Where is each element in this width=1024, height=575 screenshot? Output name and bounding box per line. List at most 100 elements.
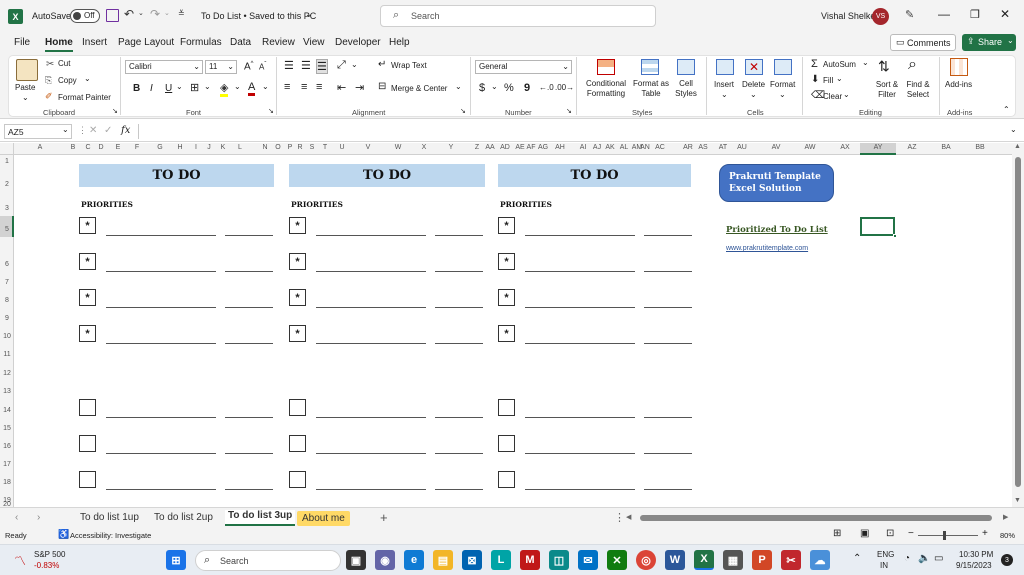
fill-handle[interactable] bbox=[893, 234, 897, 238]
row-header[interactable]: 1 bbox=[0, 158, 14, 165]
task-date-line[interactable] bbox=[435, 343, 483, 344]
task-date-line[interactable] bbox=[225, 343, 273, 344]
decrease-font-icon[interactable]: Aˇ bbox=[259, 62, 266, 72]
row-header[interactable]: 8 bbox=[0, 297, 14, 304]
insert-cells-button[interactable]: Insert bbox=[714, 80, 734, 90]
brand-box[interactable]: Prakruti Template Excel Solution bbox=[719, 164, 834, 202]
task-text-line[interactable] bbox=[525, 307, 635, 308]
task-text-line[interactable] bbox=[106, 417, 216, 418]
row-header[interactable]: 13 bbox=[0, 388, 14, 395]
add-sheet-icon[interactable]: + bbox=[380, 510, 388, 525]
task-date-line[interactable] bbox=[225, 453, 273, 454]
powerpoint-icon[interactable]: P bbox=[752, 550, 772, 570]
increase-font-icon[interactable]: A^ bbox=[244, 61, 254, 72]
chrome-icon[interactable]: ◎ bbox=[636, 550, 656, 570]
task-date-line[interactable] bbox=[435, 489, 483, 490]
format-cells-button[interactable]: Format bbox=[770, 80, 795, 90]
task-date-line[interactable] bbox=[225, 235, 273, 236]
redo-dropdown-icon[interactable]: ⌄ bbox=[164, 9, 170, 17]
currency-dropdown-icon[interactable]: ⌄ bbox=[491, 82, 498, 91]
cancel-icon[interactable]: ✕ bbox=[89, 125, 97, 136]
word-icon[interactable]: W bbox=[665, 550, 685, 570]
align-bottom-icon[interactable]: ☰ bbox=[316, 59, 328, 74]
task-text-line[interactable] bbox=[316, 307, 426, 308]
paste-icon[interactable] bbox=[16, 59, 38, 81]
priority-checkbox[interactable]: * bbox=[498, 253, 515, 270]
weather-icon[interactable]: ☁ bbox=[810, 550, 830, 570]
priority-checkbox[interactable]: * bbox=[79, 289, 96, 306]
sheet-tab-3up[interactable]: To do list 3up bbox=[225, 510, 296, 526]
task-date-line[interactable] bbox=[435, 271, 483, 272]
row-header[interactable]: 5 bbox=[0, 226, 14, 233]
borders-icon[interactable]: ⊞ bbox=[190, 81, 199, 94]
task-text-line[interactable] bbox=[525, 343, 635, 344]
task-text-line[interactable] bbox=[316, 271, 426, 272]
fill-color-dropdown-icon[interactable]: ⌄ bbox=[234, 82, 241, 91]
paste-button[interactable]: Paste bbox=[15, 83, 35, 93]
task-date-line[interactable] bbox=[435, 307, 483, 308]
avatar[interactable]: VS bbox=[872, 8, 889, 25]
font-color-dropdown-icon[interactable]: ⌄ bbox=[262, 82, 269, 91]
redo-icon[interactable]: ↷ bbox=[150, 7, 160, 21]
column-header[interactable]: AI bbox=[580, 144, 587, 151]
scroll-left-icon[interactable]: ◀ bbox=[626, 513, 631, 521]
addins-button[interactable]: Add-ins bbox=[945, 80, 972, 90]
app-grid-icon[interactable]: ▦ bbox=[723, 550, 743, 570]
pen-icon[interactable]: ✎ bbox=[905, 8, 914, 21]
column-header[interactable]: AL bbox=[620, 144, 629, 151]
row-header[interactable]: 9 bbox=[0, 315, 14, 322]
bold-button[interactable]: B bbox=[133, 83, 140, 94]
conditional-formatting-button[interactable]: Conditional Formatting bbox=[582, 79, 630, 99]
task-date-line[interactable] bbox=[644, 343, 692, 344]
vertical-scroll-thumb[interactable] bbox=[1015, 157, 1021, 487]
task-checkbox[interactable] bbox=[289, 435, 306, 452]
column-header[interactable]: AN bbox=[640, 144, 650, 151]
task-text-line[interactable] bbox=[106, 453, 216, 454]
merge-center-button[interactable]: Merge & Center bbox=[391, 84, 447, 93]
priority-checkbox[interactable]: * bbox=[289, 217, 306, 234]
clock-date[interactable]: 9/15/2023 bbox=[956, 561, 992, 570]
column-header[interactable]: AJ bbox=[593, 144, 601, 151]
task-date-line[interactable] bbox=[644, 235, 692, 236]
clock-time[interactable]: 10:30 PM bbox=[959, 550, 993, 559]
menu-insert[interactable]: Insert bbox=[82, 37, 107, 48]
snipping-icon[interactable]: ✂ bbox=[781, 550, 801, 570]
column-header[interactable]: AK bbox=[605, 144, 614, 151]
row-header[interactable]: 3 bbox=[0, 205, 14, 212]
comma-button[interactable]: 9 bbox=[524, 82, 530, 94]
select-all-corner[interactable] bbox=[0, 143, 14, 155]
row-header[interactable]: 7 bbox=[0, 279, 14, 286]
active-cell[interactable] bbox=[860, 217, 895, 236]
task-date-line[interactable] bbox=[435, 453, 483, 454]
row-header[interactable]: 15 bbox=[0, 425, 14, 432]
format-painter-button[interactable]: Format Painter bbox=[58, 93, 111, 102]
vertical-scrollbar[interactable]: ▲ ▼ bbox=[1012, 143, 1024, 507]
task-text-line[interactable] bbox=[316, 235, 426, 236]
task-text-line[interactable] bbox=[525, 489, 635, 490]
insert-function-icon[interactable]: fx bbox=[121, 125, 130, 136]
borders-dropdown-icon[interactable]: ⌄ bbox=[204, 82, 211, 91]
column-header[interactable]: AC bbox=[655, 144, 665, 151]
restore-icon[interactable]: ❐ bbox=[970, 8, 980, 21]
next-sheet-icon[interactable]: › bbox=[37, 512, 40, 523]
fill-dropdown-icon[interactable]: ⌄ bbox=[836, 74, 843, 83]
share-button[interactable]: ⇪ Share ⌄ bbox=[962, 34, 1016, 51]
column-header[interactable]: K bbox=[221, 144, 226, 151]
stock-name[interactable]: S&P 500 bbox=[34, 550, 65, 559]
column-header[interactable]: AU bbox=[737, 144, 747, 151]
clear-button[interactable]: Clear bbox=[823, 92, 842, 101]
mcafee-icon[interactable]: M bbox=[520, 550, 540, 570]
task-checkbox[interactable] bbox=[289, 399, 306, 416]
column-header[interactable]: R bbox=[297, 144, 302, 151]
row-header[interactable]: 11 bbox=[0, 351, 14, 358]
enter-icon[interactable]: ✓ bbox=[104, 125, 112, 136]
column-header[interactable]: P bbox=[288, 144, 293, 151]
column-header[interactable]: B bbox=[71, 144, 76, 151]
font-name-select[interactable]: Calibri ⌄ bbox=[125, 60, 203, 74]
underline-dropdown-icon[interactable]: ⌄ bbox=[176, 82, 183, 91]
font-size-select[interactable]: 11 ⌄ bbox=[205, 60, 237, 74]
file-explorer-icon[interactable]: ▤ bbox=[433, 550, 453, 570]
priority-checkbox[interactable]: * bbox=[79, 253, 96, 270]
menu-help[interactable]: Help bbox=[389, 37, 410, 48]
wifi-icon[interactable]: ◔ bbox=[904, 553, 910, 564]
